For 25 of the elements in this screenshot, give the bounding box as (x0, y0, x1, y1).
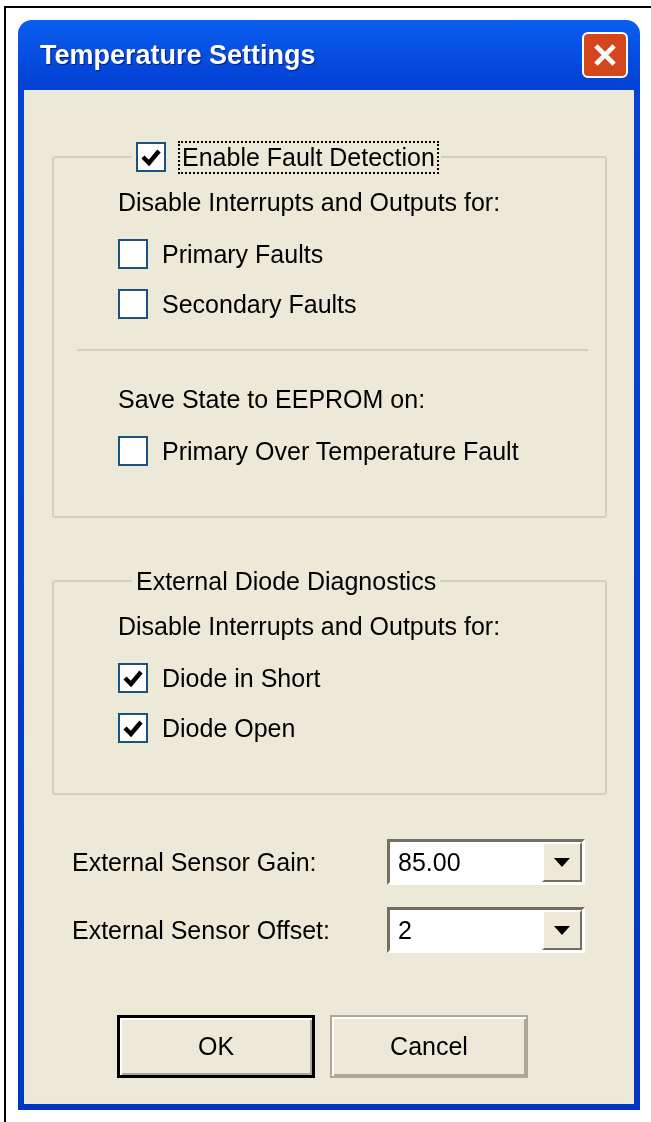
dialog-button[interactable]: OK (117, 1015, 315, 1078)
section-heading: Save State to EEPROM on: (118, 385, 427, 414)
checkbox[interactable] (118, 289, 148, 319)
section-heading: Disable Interrupts and Outputs for: (118, 612, 502, 641)
close-icon (592, 42, 618, 68)
checkbox[interactable] (136, 142, 166, 172)
field-label: External Sensor Gain: (72, 847, 317, 877)
close-button[interactable] (582, 32, 628, 78)
group-label: External Diode Diagnostics (136, 566, 437, 596)
checkbox-label[interactable]: Diode Open (162, 713, 296, 743)
checkbox[interactable] (118, 239, 148, 269)
section-heading: Disable Interrupts and Outputs for: (118, 188, 502, 217)
field-label: External Sensor Offset: (72, 915, 330, 945)
checkbox[interactable] (118, 713, 148, 743)
dropdown-field[interactable]: 85.00 (387, 839, 585, 885)
checkbox-label[interactable]: Diode in Short (162, 663, 321, 693)
checkbox[interactable] (118, 663, 148, 693)
checkbox-label[interactable]: Primary Over Temperature Fault (162, 436, 519, 466)
checkbox-label[interactable]: Primary Faults (162, 239, 324, 269)
checkbox-label[interactable]: Secondary Faults (162, 289, 357, 319)
dropdown-field[interactable]: 2 (387, 907, 585, 953)
window-title: Temperature Settings (40, 39, 316, 71)
checkbox[interactable] (118, 436, 148, 466)
checkbox-label[interactable]: Enable Fault Detection (180, 142, 437, 172)
dialog-button[interactable]: Cancel (330, 1015, 528, 1078)
